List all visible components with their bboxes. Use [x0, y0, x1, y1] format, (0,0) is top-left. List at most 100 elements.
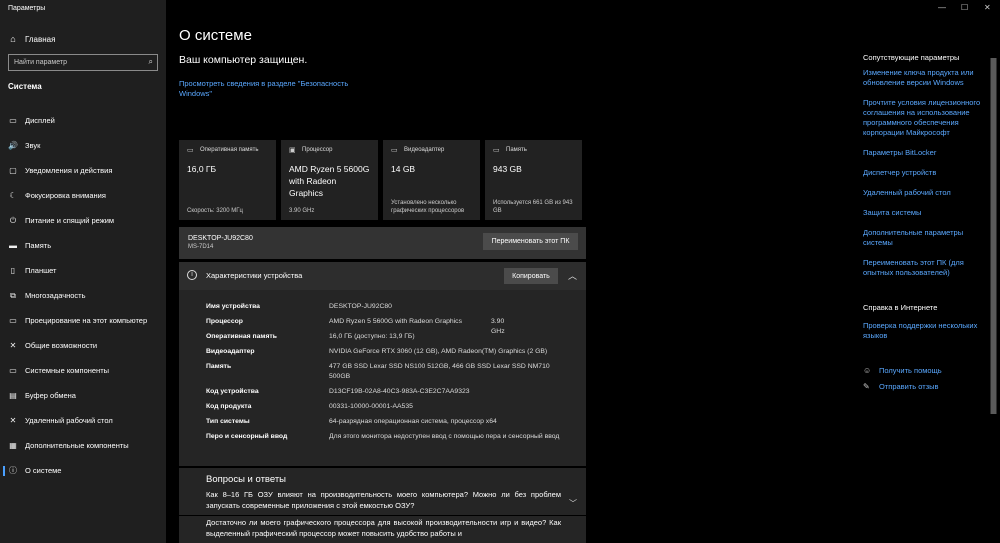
spec-key: Процессор: [206, 318, 243, 325]
related-link[interactable]: Удаленный рабочий стол: [863, 188, 981, 198]
clipboard-icon: ▤: [9, 391, 17, 400]
spec-tile: ▭ Видеоадаптер 14 GB Установлено несколько …: [383, 140, 480, 220]
spec-tiles: ▭ Оперативная память 16,0 ГБ Скорость: 3200…: [179, 140, 582, 220]
sidebar-item[interactable]: ▤ Буфер обмена: [0, 383, 166, 408]
spec-value: DESKTOP-JU92C80: [329, 303, 392, 310]
sidebar-item-home[interactable]: ⌂ Главная: [8, 33, 55, 45]
page-title: О системе: [179, 27, 252, 44]
device-bar: DESKTOP-JU92C80 MS-7D14 Переименовать эт…: [179, 227, 586, 259]
sidebar-item[interactable]: ▭ Дисплей: [0, 108, 166, 133]
related-link[interactable]: Изменение ключа продукта или обновление …: [863, 68, 981, 88]
sidebar-item-label: Дисплей: [25, 116, 55, 125]
spec-key: Перо и сенсорный ввод: [206, 433, 288, 440]
sidebar-item[interactable]: ▢ Уведомления и действия: [0, 158, 166, 183]
chevron-down-icon[interactable]: ﹀: [569, 498, 577, 509]
sidebar: Параметры ⌂ Главная Найти параметр ⌕ Сис…: [0, 0, 166, 543]
display-icon: ▭: [9, 116, 17, 125]
maximize-button[interactable]: ☐: [961, 3, 968, 12]
feedback-icon: ✎: [863, 381, 870, 391]
spec-tile: ▭ Оперативная память 16,0 ГБ Скорость: 3200…: [179, 140, 276, 220]
tile-header: ▣ Процессор: [289, 146, 370, 154]
get-help-icon: ☺: [863, 365, 872, 375]
qa-title: Вопросы и ответы: [206, 474, 287, 485]
sidebar-item-label: Уведомления и действия: [25, 166, 113, 175]
cpu-icon: ▣: [289, 147, 296, 154]
sidebar-item[interactable]: ▬ Память: [0, 233, 166, 258]
sidebar-item-label: Общие возможности: [25, 341, 98, 350]
scrollbar[interactable]: [990, 58, 997, 414]
sidebar-item[interactable]: ⏻ Питание и спящий режим: [0, 208, 166, 233]
system-components-icon: ▭: [9, 366, 17, 375]
sidebar-item[interactable]: ✕ Общие возможности: [0, 333, 166, 358]
related-link[interactable]: Защита системы: [863, 208, 981, 218]
web-help-title: Справка в Интернете: [863, 303, 938, 312]
chevron-up-icon[interactable]: ︿: [568, 269, 577, 282]
spec-key: Видеоадаптер: [206, 348, 255, 355]
web-help: Справка в Интернете: [863, 303, 981, 312]
sidebar-item-label: Проецирование на этот компьютер: [25, 316, 148, 325]
related-link[interactable]: Диспетчер устройств: [863, 168, 981, 178]
sidebar-item[interactable]: ☾ Фокусировка внимания: [0, 183, 166, 208]
help-link-label: Получить помощь: [879, 365, 942, 375]
power-icon: ⏻: [9, 215, 17, 225]
help-link[interactable]: ✎ Отправить отзыв: [863, 380, 981, 392]
related-link[interactable]: Дополнительные параметры системы: [863, 228, 981, 248]
tile-value: 943 GB: [493, 164, 522, 174]
sidebar-item-label: Память: [25, 241, 52, 250]
sidebar-item-label: Дополнительные компоненты: [25, 441, 129, 450]
tablet-icon: ▯: [10, 266, 16, 275]
optional-features-icon: ▦: [9, 441, 17, 450]
sidebar-item[interactable]: ▭ Проецирование на этот компьютер: [0, 308, 166, 333]
sidebar-item-label: Буфер обмена: [25, 391, 76, 400]
spec-value: Для этого монитора недоступен ввод с пом…: [329, 433, 560, 440]
sidebar-item[interactable]: ▦ Дополнительные компоненты: [0, 433, 166, 458]
related-link[interactable]: Прочтите условия лицензионного соглашени…: [863, 98, 981, 138]
web-help-link[interactable]: Проверка поддержки нескольких языков: [863, 321, 981, 341]
sidebar-item[interactable]: ⧉ Многозадачность: [0, 283, 166, 308]
shared-experiences-icon: ✕: [9, 341, 17, 350]
spec-value: NVIDIA GeForce RTX 3060 (12 GB), AMD Rad…: [329, 348, 548, 355]
sidebar-item-label: Многозадачность: [25, 291, 86, 300]
search-placeholder: Найти параметр: [14, 59, 67, 66]
sidebar-item[interactable]: ▭ Системные компоненты: [0, 358, 166, 383]
search-icon[interactable]: ⌕: [149, 57, 153, 67]
spec-tile: ▣ Процессор AMD Ryzen 5 5600G with Radeon …: [281, 140, 378, 220]
divider: [179, 515, 586, 516]
related-link[interactable]: Параметры BitLocker: [863, 148, 981, 158]
close-button[interactable]: ✕: [984, 3, 991, 12]
device-name: DESKTOP-JU92C80: [188, 235, 253, 242]
focus-assist-icon: ☾: [9, 191, 17, 200]
sidebar-item-label: Звук: [25, 141, 41, 150]
help-links: ☺ Получить помощь ✎ Отправить отзыв: [863, 364, 981, 396]
tile-label: Процессор: [302, 147, 333, 153]
related-link[interactable]: Переименовать этот ПК (для опытных польз…: [863, 258, 981, 278]
copy-button[interactable]: Копировать: [504, 268, 558, 284]
help-link-label: Отправить отзыв: [879, 381, 939, 391]
tile-label: Оперативная память: [200, 147, 259, 153]
scrollbar-thumb[interactable]: [991, 58, 996, 414]
sidebar-item-label: Питание и спящий режим: [25, 216, 115, 225]
sidebar-item[interactable]: 🔊 Звук: [0, 133, 166, 158]
help-link[interactable]: ☺ Получить помощь: [863, 364, 981, 376]
minimize-button[interactable]: —: [938, 3, 946, 12]
remote-desktop-icon: ✕: [9, 416, 17, 425]
storage-icon: ▭: [493, 147, 500, 154]
sidebar-item[interactable]: ▯ Планшет: [0, 258, 166, 283]
rename-pc-button[interactable]: Переименовать этот ПК: [483, 233, 578, 250]
sidebar-item[interactable]: ⓘ О системе: [0, 458, 166, 483]
sidebar-item[interactable]: ✕ Удаленный рабочий стол: [0, 408, 166, 433]
qa-question[interactable]: Достаточно ли моего графического процесс…: [206, 517, 561, 539]
specs-header[interactable]: i Характеристики устройства Копировать ︿: [179, 262, 586, 290]
projecting-icon: ▭: [9, 316, 17, 325]
multitasking-icon: ⧉: [10, 290, 16, 300]
search-input[interactable]: Найти параметр ⌕: [8, 54, 158, 71]
security-link[interactable]: Просмотреть сведения в разделе "Безопасн…: [179, 79, 354, 99]
sidebar-item-label: Главная: [25, 34, 56, 44]
spec-value: 00331-10000-00001-AA535: [329, 403, 413, 410]
related-settings-title: Сопутствующие параметры: [863, 53, 960, 62]
spec-value: 64-разрядная операционная система, проце…: [329, 418, 497, 425]
tile-value: AMD Ryzen 5 5600G with Radeon Graphics: [289, 164, 370, 198]
qa-question[interactable]: Как 8–16 ГБ ОЗУ влияют на производительн…: [206, 489, 561, 511]
tile-value: 14 GB: [391, 164, 416, 174]
protection-status: Ваш компьютер защищен.: [179, 54, 308, 66]
